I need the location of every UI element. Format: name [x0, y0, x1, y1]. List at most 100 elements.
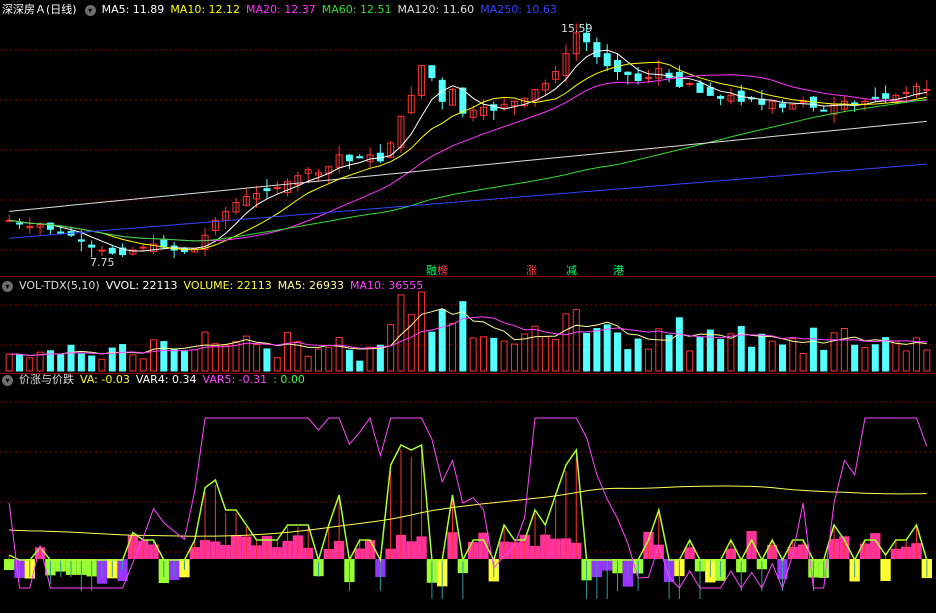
stock-title: 深深房Ａ(日线)	[2, 3, 77, 16]
candle-body	[644, 77, 652, 80]
candle-body	[139, 246, 147, 249]
volume-bar	[242, 335, 250, 372]
candle-body	[57, 231, 65, 234]
volume-bar	[500, 340, 508, 372]
marker-zhang[interactable]: 涨	[526, 262, 537, 278]
ma-legend-5: MA250: 10.63	[480, 3, 557, 16]
volume-bar	[428, 331, 436, 372]
volume-bar	[871, 344, 879, 372]
volume-bar	[314, 348, 322, 372]
volume-bar	[624, 349, 632, 372]
vol-legend-2: MA5: 26933	[277, 279, 345, 292]
volume-bar	[748, 346, 756, 372]
panel-divider	[0, 276, 936, 277]
volume-bar	[840, 328, 848, 372]
candle-body	[108, 247, 116, 254]
ma250-line	[9, 163, 927, 239]
expand-icon[interactable]: ▾	[2, 374, 13, 386]
volume-bar	[923, 349, 931, 372]
volume-bar	[376, 344, 384, 372]
volume-bar	[562, 313, 570, 372]
volume-bar	[510, 343, 518, 372]
candle-body	[923, 88, 931, 91]
volume-bar	[809, 327, 817, 372]
volume-bar	[26, 357, 34, 372]
volume-bar	[572, 309, 580, 372]
expand-icon[interactable]: ▾	[2, 280, 13, 292]
price-header: 深深房Ａ(日线) ▾ MA5: 11.89 MA10: 12.12 MA20: 12.3…	[0, 2, 569, 18]
volume-bar	[614, 332, 622, 372]
vol-legend-3: MA10: 36555	[350, 279, 424, 292]
volume-header: ▾ VOL-TDX(5,10) VVOL: 22113 VOLUME: 22113 MA…	[0, 278, 435, 294]
volume-bar	[77, 353, 85, 372]
candle-body	[696, 82, 704, 93]
volume-bar	[789, 338, 797, 372]
ind-legend: VA: -0.03 VAR4: 0.34 VAR5: -0.31: 0.00	[80, 373, 311, 386]
ma-legend: MA5: 11.89 MA10: 12.12 MA20: 12.37 MA60: 12…	[102, 3, 563, 16]
ma120-line	[9, 120, 927, 212]
volume-bar	[531, 325, 539, 372]
ma-legend-3: MA60: 12.51	[321, 3, 392, 16]
volume-bar	[675, 317, 683, 372]
marker-bang[interactable]: 榜	[437, 262, 448, 278]
ind-legend-1: VAR4: 0.34	[135, 373, 197, 386]
ind-legend-3: : 0.00	[273, 373, 305, 386]
volume-bar	[191, 349, 199, 372]
marker-rong[interactable]: 融	[426, 262, 437, 278]
volume-bar	[438, 309, 446, 372]
volume-bar	[830, 332, 838, 372]
volume-bar	[57, 354, 65, 372]
candle-body	[871, 96, 879, 99]
candle-body	[799, 100, 807, 103]
ma5-line	[9, 49, 927, 252]
volume-bar	[469, 337, 477, 372]
volume-bar	[284, 332, 292, 372]
volume-bar	[335, 336, 343, 372]
vol-ma10-line	[9, 316, 927, 357]
volume-bar	[521, 333, 529, 372]
volume-bar	[706, 329, 714, 372]
volume-bar	[820, 349, 828, 372]
marker-jian[interactable]: 减	[566, 262, 577, 278]
volume-bar	[201, 331, 209, 372]
volume-bar	[366, 346, 374, 372]
candle-body	[706, 87, 714, 96]
volume-bar	[727, 333, 735, 372]
candle-body	[263, 188, 271, 192]
volume-bar	[696, 337, 704, 372]
expand-icon[interactable]: ▾	[84, 4, 96, 16]
volume-bar	[593, 328, 601, 372]
candle-body	[77, 239, 85, 242]
volume-bar	[325, 346, 333, 372]
ma-legend-1: MA10: 12.12	[170, 3, 241, 16]
ind-bar	[880, 559, 891, 581]
candle-body	[345, 154, 353, 162]
volume-bar	[88, 355, 96, 372]
volume-bar	[583, 332, 591, 372]
volume-bar	[799, 352, 807, 372]
volume-bar	[902, 350, 910, 372]
chart-canvas[interactable]	[0, 0, 936, 613]
ind-bar	[4, 559, 15, 571]
high-price-label: 15.59	[561, 22, 593, 35]
candle-body	[603, 53, 611, 67]
volume-bar	[686, 350, 694, 372]
volume-bar	[253, 343, 261, 372]
volume-bar	[717, 338, 725, 372]
volume-bar	[304, 355, 312, 372]
candle-body	[428, 65, 436, 79]
volume-bar	[778, 344, 786, 372]
vol-legend: VVOL: 22113 VOLUME: 22113 MA5: 26933 MA10: …	[106, 279, 430, 292]
marker-gang[interactable]: 港	[613, 262, 624, 278]
volume-bar	[541, 336, 549, 372]
volume-bar	[222, 344, 230, 372]
volume-bar	[644, 348, 652, 372]
volume-bar	[108, 347, 116, 372]
ma10-line	[9, 61, 927, 251]
volume-bar	[180, 351, 188, 372]
candle-body	[882, 93, 890, 99]
volume-bar	[160, 341, 168, 372]
volume-bar	[892, 340, 900, 372]
volume-bar	[15, 354, 23, 372]
ma-legend-4: MA120: 11.60	[397, 3, 475, 16]
